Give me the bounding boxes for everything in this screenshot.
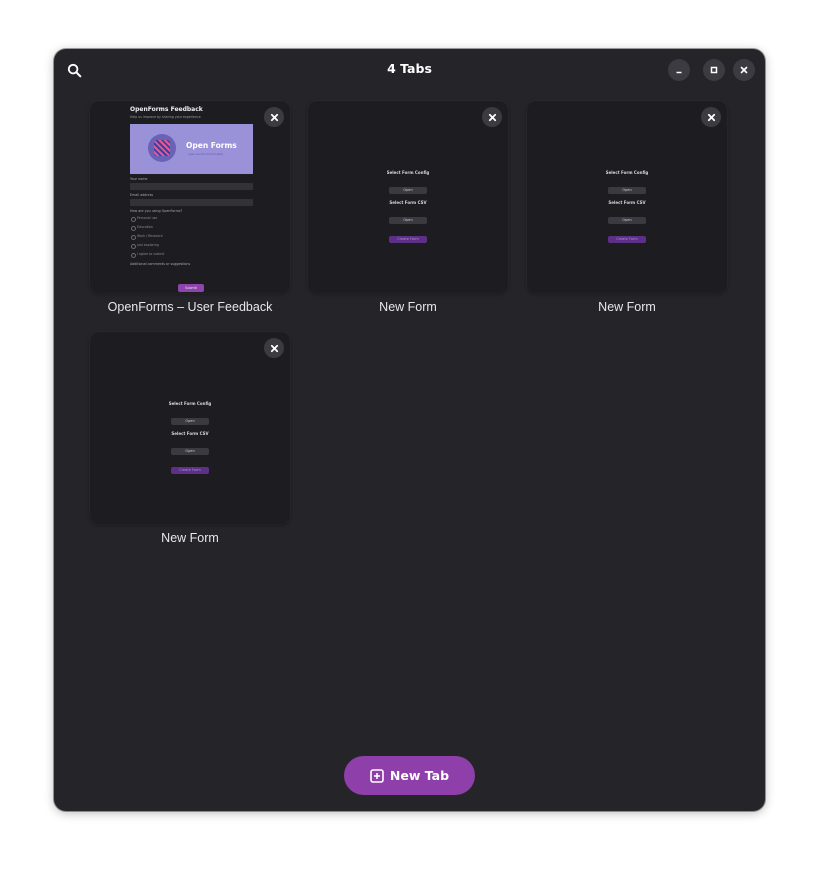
preview-input: [130, 199, 253, 206]
close-window-button[interactable]: [733, 59, 755, 81]
tab-card[interactable]: Select Form Config Open Select Form CSV …: [308, 101, 508, 314]
close-tab-button[interactable]: [701, 107, 721, 127]
tab-thumbnail[interactable]: Select Form Config Open Select Form CSV …: [527, 101, 727, 293]
new-form-preview: Select Form Config Open Select Form CSV …: [90, 401, 290, 475]
preview-brand: Open Forms: [186, 141, 237, 150]
preview-create-button: Create Form: [171, 467, 209, 474]
close-tab-button[interactable]: [482, 107, 502, 127]
preview-config-label: Select Form Config: [386, 170, 430, 175]
preview-option: I agree to submit: [130, 250, 253, 259]
preview-brand-sub: open source form builder: [188, 152, 224, 156]
close-icon: [740, 66, 748, 74]
preview-open-button: Open: [171, 418, 209, 425]
preview-submit: Submit: [178, 284, 204, 292]
preview-open-button: Open: [608, 187, 646, 194]
close-icon: [707, 113, 715, 121]
preview-option: Education: [130, 223, 253, 232]
preview-comments-label: Additional comments or suggestions: [130, 262, 191, 266]
openforms-logo-icon: [148, 134, 176, 162]
preview-create-button: Create Form: [389, 236, 427, 243]
tab-overview-window: 4 Tabs OpenForms Feedback Help us improv…: [54, 49, 765, 811]
window-title: 4 Tabs: [387, 61, 432, 76]
tab-label[interactable]: New Form: [308, 300, 508, 314]
tab-thumbnail[interactable]: Select Form Config Open Select Form CSV …: [90, 332, 290, 524]
close-icon: [270, 344, 278, 352]
close-tab-button[interactable]: [264, 338, 284, 358]
preview-create-button: Create Form: [608, 236, 646, 243]
tab-label[interactable]: New Form: [527, 300, 727, 314]
tab-thumbnail[interactable]: Select Form Config Open Select Form CSV …: [308, 101, 508, 293]
tab-card[interactable]: Select Form Config Open Select Form CSV …: [90, 332, 290, 545]
tab-label[interactable]: OpenForms – User Feedback: [90, 300, 290, 314]
new-tab-label: New Tab: [389, 768, 450, 783]
preview-option: Just exploring: [130, 241, 253, 250]
new-form-preview: Select Form Config Open Select Form CSV …: [527, 170, 727, 244]
feedback-form-preview: OpenForms Feedback Help us improve by sh…: [130, 105, 253, 267]
minimize-button[interactable]: [668, 59, 690, 81]
close-icon: [488, 113, 496, 121]
new-form-preview: Select Form Config Open Select Form CSV …: [308, 170, 508, 244]
preview-input: [130, 183, 253, 190]
preview-title: OpenForms Feedback: [130, 106, 203, 113]
preview-field-label: Email address: [130, 193, 154, 197]
header-bar: 4 Tabs: [54, 49, 765, 91]
minimize-icon: [676, 71, 682, 74]
preview-open-button: Open: [389, 217, 427, 224]
preview-csv-label: Select Form CSV: [171, 431, 209, 436]
tab-label[interactable]: New Form: [90, 531, 290, 545]
tab-thumbnail[interactable]: OpenForms Feedback Help us improve by sh…: [90, 101, 290, 293]
maximize-icon: [710, 66, 718, 74]
preview-open-button: Open: [171, 448, 209, 455]
preview-option: Work / Research: [130, 232, 253, 241]
maximize-button[interactable]: [703, 59, 725, 81]
close-tab-button[interactable]: [264, 107, 284, 127]
new-tab-button[interactable]: New Tab: [344, 756, 475, 795]
preview-csv-label: Select Form CSV: [608, 200, 646, 205]
preview-open-button: Open: [389, 187, 427, 194]
preview-open-button: Open: [608, 217, 646, 224]
plus-square-icon: [370, 768, 384, 783]
preview-subtitle: Help us improve by sharing your experien…: [130, 115, 201, 119]
tab-card[interactable]: OpenForms Feedback Help us improve by sh…: [90, 101, 290, 314]
preview-banner: Open Forms open source form builder: [130, 124, 253, 174]
preview-option: Personal use: [130, 214, 253, 223]
preview-config-label: Select Form Config: [605, 170, 649, 175]
preview-config-label: Select Form Config: [168, 401, 212, 406]
close-icon: [270, 113, 278, 121]
preview-csv-label: Select Form CSV: [389, 200, 427, 205]
tab-card[interactable]: Select Form Config Open Select Form CSV …: [527, 101, 727, 314]
preview-field-label: Your name: [130, 177, 148, 181]
